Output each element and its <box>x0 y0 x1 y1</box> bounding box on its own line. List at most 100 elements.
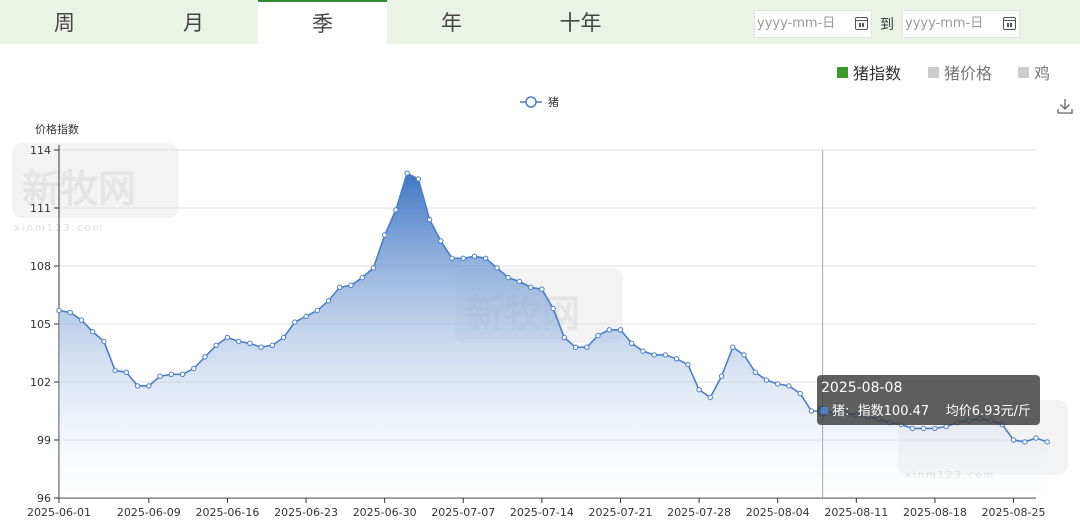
series-dot-icon <box>821 407 828 414</box>
data-point[interactable] <box>539 286 545 292</box>
data-point[interactable] <box>505 274 511 281</box>
data-point[interactable] <box>921 425 927 432</box>
data-point[interactable] <box>483 255 489 261</box>
data-point[interactable] <box>797 390 803 397</box>
tooltip-date: 2025-08-08 <box>821 380 903 396</box>
data-point[interactable] <box>595 332 601 339</box>
data-point[interactable] <box>775 381 781 387</box>
data-point[interactable] <box>269 342 276 348</box>
data-point[interactable] <box>629 340 635 346</box>
x-axis: 2025-06-01 2025-06-09 2025-06-16 2025-06-23… <box>27 497 1046 519</box>
data-point[interactable] <box>449 255 455 261</box>
data-point[interactable] <box>718 373 725 379</box>
data-point[interactable] <box>1010 437 1017 443</box>
tooltip-price: 均价6.93元/斤 <box>945 404 1032 419</box>
data-point[interactable] <box>112 367 118 374</box>
data-point[interactable] <box>730 344 736 350</box>
data-point[interactable] <box>280 334 287 341</box>
data-point[interactable] <box>258 344 264 350</box>
data-point[interactable] <box>236 338 242 345</box>
data-point[interactable] <box>101 338 107 345</box>
data-point[interactable] <box>528 284 534 290</box>
data-point[interactable] <box>202 354 208 360</box>
x-tick-label: 2025-07-07 <box>431 506 495 519</box>
data-point[interactable] <box>314 307 320 314</box>
data-point[interactable] <box>303 313 309 319</box>
data-point[interactable] <box>763 377 770 383</box>
x-tick-label: 2025-07-14 <box>510 506 574 519</box>
price-index-chart: 96 99 102 105 108 111 114 2025-06-01 2025-06-09… <box>27 96 1050 519</box>
data-point[interactable] <box>617 327 624 333</box>
data-point[interactable] <box>640 348 646 354</box>
x-tick-label: 2025-08-25 <box>982 506 1046 519</box>
data-point[interactable] <box>191 365 197 372</box>
data-point[interactable] <box>404 170 410 176</box>
data-point[interactable] <box>494 265 500 271</box>
data-point[interactable] <box>348 282 354 288</box>
data-point[interactable] <box>123 369 130 375</box>
x-tick-label: 2025-06-09 <box>117 506 181 519</box>
data-point[interactable] <box>460 255 466 261</box>
data-point[interactable] <box>325 298 332 304</box>
data-point[interactable] <box>292 319 298 325</box>
x-tick-label: 2025-08-11 <box>824 506 888 519</box>
data-point[interactable] <box>673 356 680 362</box>
data-point[interactable] <box>651 352 657 358</box>
data-point[interactable] <box>337 284 343 290</box>
x-tick-label: 2025-07-28 <box>667 506 731 519</box>
data-point[interactable] <box>752 369 758 375</box>
y-tick-label: 96 <box>37 492 51 505</box>
data-point[interactable] <box>1044 439 1050 445</box>
data-point[interactable] <box>516 278 523 285</box>
data-point[interactable] <box>696 387 702 393</box>
data-point[interactable] <box>90 329 96 335</box>
data-point[interactable] <box>157 373 163 379</box>
data-point[interactable] <box>146 383 152 389</box>
data-point[interactable] <box>471 253 478 259</box>
data-point[interactable] <box>584 344 590 350</box>
y-tick-label: 105 <box>30 318 51 331</box>
data-point[interactable] <box>438 238 444 244</box>
series-area <box>59 173 1048 498</box>
y-tick-label: 108 <box>30 260 51 273</box>
data-point[interactable] <box>561 334 567 341</box>
data-point[interactable] <box>786 383 792 389</box>
x-tick-label: 2025-06-16 <box>195 506 259 519</box>
data-point[interactable] <box>932 425 938 432</box>
data-point[interactable] <box>247 340 253 346</box>
data-point[interactable] <box>685 361 691 368</box>
data-point[interactable] <box>359 274 365 281</box>
data-point[interactable] <box>370 265 377 271</box>
y-tick-label: 99 <box>37 434 51 447</box>
data-point[interactable] <box>606 327 612 333</box>
data-point[interactable] <box>224 334 231 341</box>
data-point[interactable] <box>393 207 399 213</box>
data-point[interactable] <box>426 216 433 223</box>
tooltip-series: 猪: <box>832 404 850 419</box>
data-point[interactable] <box>741 352 747 358</box>
data-point[interactable] <box>382 232 388 238</box>
data-point[interactable] <box>808 408 815 414</box>
data-point[interactable] <box>1022 439 1028 445</box>
data-point[interactable] <box>56 307 62 314</box>
data-point[interactable] <box>67 309 73 316</box>
data-point[interactable] <box>179 371 186 377</box>
data-point[interactable] <box>213 342 219 348</box>
data-point[interactable] <box>707 394 713 401</box>
legend-label: 猪 <box>548 96 559 109</box>
data-point[interactable] <box>168 371 175 377</box>
data-point[interactable] <box>909 425 916 432</box>
data-point[interactable] <box>662 352 669 358</box>
chart-legend[interactable]: 猪 <box>520 96 559 109</box>
y-axis-label: 价格指数 <box>35 122 79 136</box>
x-tick-label: 2025-08-18 <box>903 506 967 519</box>
data-point[interactable] <box>134 383 141 389</box>
data-point[interactable] <box>572 344 579 350</box>
y-tick-label: 111 <box>30 202 51 215</box>
data-point[interactable] <box>550 305 556 312</box>
data-point[interactable] <box>78 317 85 323</box>
x-tick-label: 2025-06-23 <box>274 506 338 519</box>
data-point[interactable] <box>415 176 422 182</box>
data-point[interactable] <box>1033 435 1039 441</box>
x-tick-label: 2025-06-30 <box>353 506 417 519</box>
